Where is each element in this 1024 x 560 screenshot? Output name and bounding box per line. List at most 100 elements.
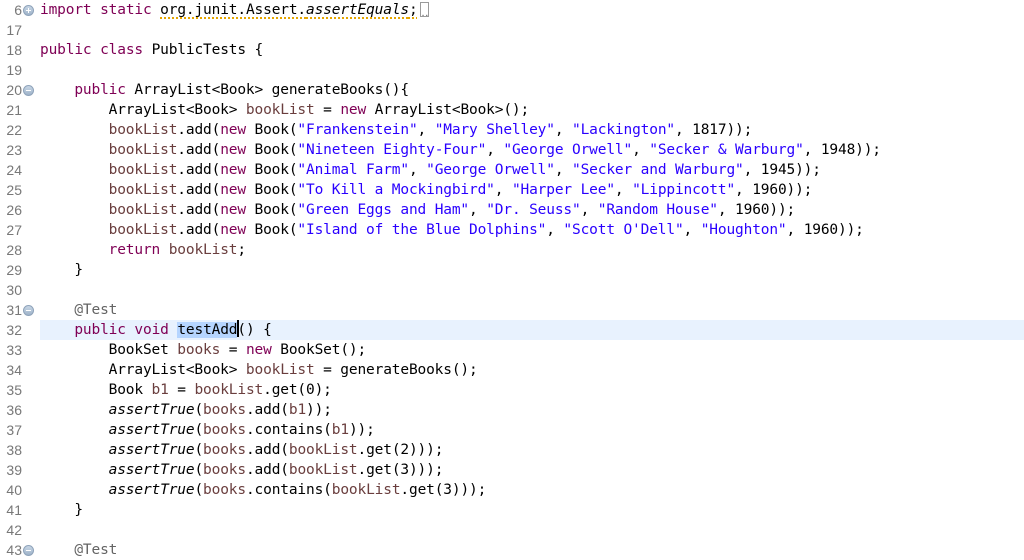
line-number: 6 [14, 2, 22, 18]
code-line[interactable]: 19 [0, 60, 1024, 80]
code-text[interactable]: assertTrue(books.add(bookList.get(3))); [40, 460, 444, 480]
code-line[interactable]: 43 @Test [0, 540, 1024, 560]
code-line[interactable]: 27 bookList.add(new Book("Island of the … [0, 220, 1024, 240]
keyword-token: new [220, 162, 246, 178]
code-token: )); [348, 422, 375, 438]
code-text[interactable]: @Test [40, 540, 117, 560]
code-text[interactable]: return bookList; [40, 240, 246, 260]
code-token: , 1948)); [803, 142, 881, 158]
variable-token: books [203, 442, 246, 458]
collapsed-imports-indicator[interactable] [419, 2, 429, 18]
code-line[interactable]: 36 assertTrue(books.add(b1)); [0, 400, 1024, 420]
code-text[interactable]: public void testAdd() { [40, 320, 272, 340]
code-line[interactable]: 40 assertTrue(books.contains(bookList.ge… [0, 480, 1024, 500]
code-token: .add( [245, 442, 289, 458]
code-text[interactable]: public class PublicTests { [40, 40, 263, 60]
line-number: 26 [6, 202, 22, 218]
fold-expand-icon[interactable] [23, 5, 34, 16]
code-line[interactable]: 35 Book b1 = bookList.get(0); [0, 380, 1024, 400]
code-line[interactable]: 39 assertTrue(books.add(bookList.get(3))… [0, 460, 1024, 480]
code-text[interactable]: assertTrue(books.contains(b1)); [40, 420, 375, 440]
code-line[interactable]: 42 [0, 520, 1024, 540]
line-number: 25 [6, 182, 22, 198]
current-code-line[interactable]: 32 public void testAdd() { [0, 320, 1024, 340]
line-number: 29 [6, 262, 22, 278]
code-text[interactable]: assertTrue(books.add(bookList.get(2))); [40, 440, 444, 460]
code-text[interactable]: ArrayList<Book> bookList = new ArrayList… [40, 100, 530, 120]
code-text[interactable]: assertTrue(books.contains(bookList.get(3… [40, 480, 487, 500]
fold-collapse-icon[interactable] [23, 305, 34, 316]
code-token: org.junit.Assert. [160, 2, 307, 18]
line-number: 24 [6, 162, 22, 178]
code-token: Book( [245, 162, 298, 178]
code-line[interactable]: 34 ArrayList<Book> bookList = generateBo… [0, 360, 1024, 380]
static-method-token: assertTrue [108, 422, 195, 438]
code-text[interactable]: Book b1 = bookList.get(0); [40, 380, 332, 400]
code-line[interactable]: 18 public class PublicTests { [0, 40, 1024, 60]
code-line[interactable]: 38 assertTrue(books.add(bookList.get(2))… [0, 440, 1024, 460]
string-literal: "Mary Shelley" [434, 122, 555, 138]
code-line[interactable]: 30 [0, 280, 1024, 300]
code-line[interactable]: 25 bookList.add(new Book("To Kill a Mock… [0, 180, 1024, 200]
variable-token: bookList [168, 242, 238, 258]
code-line[interactable]: 21 ArrayList<Book> bookList = new ArrayL… [0, 100, 1024, 120]
code-text[interactable]: } [40, 260, 83, 280]
static-method-token: assertTrue [108, 402, 195, 418]
code-token: , [580, 202, 598, 218]
code-token: .get(3))); [357, 462, 444, 478]
code-text[interactable]: @Test [40, 300, 117, 320]
code-text[interactable]: BookSet books = new BookSet(); [40, 340, 367, 360]
code-token: ArrayList<Book>(); [366, 102, 530, 118]
keyword-token: return [108, 242, 161, 258]
keyword-token: void [134, 322, 169, 338]
code-line[interactable]: 41 } [0, 500, 1024, 520]
code-line[interactable]: 31 @Test [0, 300, 1024, 320]
code-text[interactable]: bookList.add(new Book("Island of the Blu… [40, 220, 864, 240]
code-token: Book [40, 382, 152, 398]
code-editor[interactable]: 6 import static org.junit.Assert.assertEq… [0, 0, 1024, 560]
line-number: 20 [6, 82, 22, 98]
code-line[interactable]: 24 bookList.add(new Book("Animal Farm", … [0, 160, 1024, 180]
code-line[interactable]: 26 bookList.add(new Book("Green Eggs and… [0, 200, 1024, 220]
code-token: , [683, 222, 701, 238]
code-token: Book( [245, 142, 298, 158]
code-line[interactable]: 33 BookSet books = new BookSet(); [0, 340, 1024, 360]
code-text[interactable]: bookList.add(new Book("To Kill a Mocking… [40, 180, 813, 200]
code-text[interactable]: public ArrayList<Book> generateBooks(){ [40, 80, 409, 100]
code-text[interactable]: import static org.junit.Assert.assertEqu… [40, 0, 429, 20]
fold-collapse-icon[interactable] [23, 545, 34, 556]
code-line[interactable]: 22 bookList.add(new Book("Frankenstein",… [0, 120, 1024, 140]
code-text[interactable]: bookList.add(new Book("Nineteen Eighty-F… [40, 140, 881, 160]
code-text[interactable]: bookList.add(new Book("Animal Farm", "Ge… [40, 160, 821, 180]
code-line[interactable]: 23 bookList.add(new Book("Nineteen Eight… [0, 140, 1024, 160]
code-line[interactable]: 6 import static org.junit.Assert.assertEq… [0, 0, 1024, 20]
line-number: 33 [6, 342, 22, 358]
string-literal: "Dr. Seuss" [486, 202, 581, 218]
variable-token: bookList [288, 462, 358, 478]
code-token: , [408, 162, 427, 178]
code-text[interactable]: bookList.add(new Book("Frankenstein", "M… [40, 120, 753, 140]
code-token: , [469, 202, 487, 218]
fold-collapse-icon[interactable] [23, 85, 34, 96]
code-line[interactable]: 29 } [0, 260, 1024, 280]
code-text[interactable]: bookList.add(new Book("Green Eggs and Ha… [40, 200, 796, 220]
code-token: Book( [245, 222, 298, 238]
code-text[interactable]: } [40, 500, 83, 520]
code-line[interactable]: 17 [0, 20, 1024, 40]
line-number: 27 [6, 222, 22, 238]
line-number: 32 [6, 322, 22, 338]
code-line[interactable]: 28 return bookList; [0, 240, 1024, 260]
code-text[interactable]: ArrayList<Book> bookList = generateBooks… [40, 360, 478, 380]
code-token: = [220, 342, 246, 358]
code-line[interactable]: 37 assertTrue(books.contains(b1)); [0, 420, 1024, 440]
string-literal: "Nineteen Eighty-Four" [297, 142, 487, 158]
code-token: .add( [177, 222, 221, 238]
code-text[interactable]: assertTrue(books.add(b1)); [40, 400, 332, 420]
code-line[interactable]: 20 public ArrayList<Book> generateBooks(… [0, 80, 1024, 100]
static-method-token: assertTrue [108, 442, 195, 458]
